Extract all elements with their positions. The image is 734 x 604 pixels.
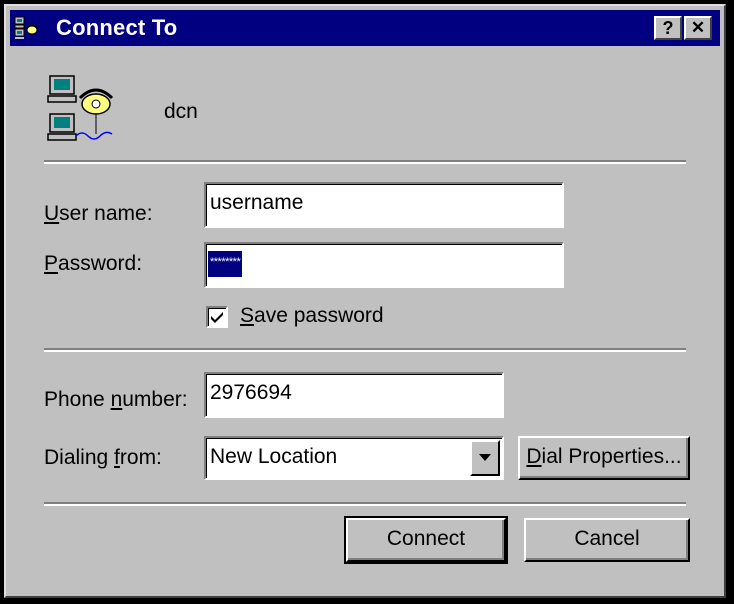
dialup-connection-icon [47, 75, 114, 141]
window-title: Connect To [56, 15, 178, 40]
connect-button[interactable]: Connect [344, 516, 508, 564]
dialing-from-select[interactable]: New Location [204, 436, 504, 480]
dial-properties-button[interactable]: Dial Properties... [518, 436, 690, 480]
separator [44, 160, 686, 164]
dialup-networking-icon [14, 16, 38, 39]
password-label: Password: [44, 252, 143, 275]
dialing-from-value: New Location [210, 445, 338, 468]
close-icon: ✕ [690, 18, 706, 37]
cancel-button[interactable]: Cancel [524, 518, 690, 562]
save-password-label[interactable]: Save password [240, 304, 384, 328]
checkmark-icon [211, 312, 223, 323]
password-input[interactable]: ******** [204, 242, 564, 288]
phone-number-label: Phone number: [44, 388, 188, 411]
chevron-down-icon [479, 454, 491, 461]
dialing-from-label: Dialing from: [44, 446, 162, 469]
dropdown-button[interactable] [470, 440, 500, 476]
password-value-selected: ******** [208, 250, 243, 277]
connection-name: dcn [164, 100, 198, 123]
close-button[interactable]: ✕ [684, 16, 712, 40]
connect-to-dialog: Connect To ? ✕ dcn User name: username P… [4, 4, 726, 598]
save-password-checkbox[interactable] [206, 306, 228, 328]
username-label: User name: [44, 202, 153, 225]
separator [44, 502, 686, 506]
help-button[interactable]: ? [654, 16, 682, 40]
separator [44, 348, 686, 352]
title-bar[interactable]: Connect To ? ✕ [10, 10, 720, 46]
username-input[interactable]: username [204, 182, 564, 228]
phone-number-input[interactable]: 2976694 [204, 372, 504, 418]
